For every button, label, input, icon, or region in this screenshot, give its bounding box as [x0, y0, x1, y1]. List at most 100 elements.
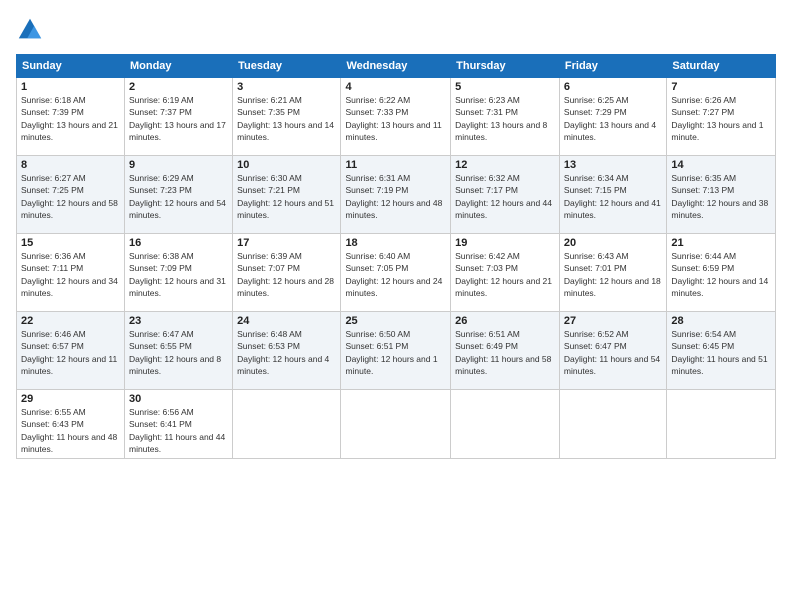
calendar-cell: 2Sunrise: 6:19 AMSunset: 7:37 PMDaylight… [124, 78, 232, 156]
col-header-tuesday: Tuesday [233, 55, 341, 78]
col-header-thursday: Thursday [451, 55, 560, 78]
calendar-cell [233, 390, 341, 459]
calendar-cell: 12Sunrise: 6:32 AMSunset: 7:17 PMDayligh… [451, 156, 560, 234]
calendar-cell: 10Sunrise: 6:30 AMSunset: 7:21 PMDayligh… [233, 156, 341, 234]
calendar-cell: 15Sunrise: 6:36 AMSunset: 7:11 PMDayligh… [17, 234, 125, 312]
day-number: 20 [564, 237, 662, 249]
calendar-cell: 23Sunrise: 6:47 AMSunset: 6:55 PMDayligh… [124, 312, 232, 390]
day-number: 16 [129, 237, 228, 249]
day-number: 7 [671, 81, 771, 93]
calendar-cell [559, 390, 666, 459]
week-row-5: 29Sunrise: 6:55 AMSunset: 6:43 PMDayligh… [17, 390, 776, 459]
day-detail: Sunrise: 6:56 AMSunset: 6:41 PMDaylight:… [129, 406, 228, 455]
week-row-3: 15Sunrise: 6:36 AMSunset: 7:11 PMDayligh… [17, 234, 776, 312]
day-detail: Sunrise: 6:50 AMSunset: 6:51 PMDaylight:… [345, 328, 446, 377]
day-detail: Sunrise: 6:30 AMSunset: 7:21 PMDaylight:… [237, 172, 336, 221]
day-number: 28 [671, 315, 771, 327]
calendar-cell: 5Sunrise: 6:23 AMSunset: 7:31 PMDaylight… [451, 78, 560, 156]
calendar-header-row: SundayMondayTuesdayWednesdayThursdayFrid… [17, 55, 776, 78]
day-detail: Sunrise: 6:51 AMSunset: 6:49 PMDaylight:… [455, 328, 555, 377]
day-detail: Sunrise: 6:39 AMSunset: 7:07 PMDaylight:… [237, 250, 336, 299]
col-header-wednesday: Wednesday [341, 55, 451, 78]
day-number: 2 [129, 81, 228, 93]
header [16, 16, 776, 44]
day-number: 9 [129, 159, 228, 171]
day-detail: Sunrise: 6:44 AMSunset: 6:59 PMDaylight:… [671, 250, 771, 299]
day-detail: Sunrise: 6:31 AMSunset: 7:19 PMDaylight:… [345, 172, 446, 221]
day-number: 10 [237, 159, 336, 171]
day-detail: Sunrise: 6:32 AMSunset: 7:17 PMDaylight:… [455, 172, 555, 221]
calendar-cell: 17Sunrise: 6:39 AMSunset: 7:07 PMDayligh… [233, 234, 341, 312]
day-detail: Sunrise: 6:54 AMSunset: 6:45 PMDaylight:… [671, 328, 771, 377]
calendar-cell: 19Sunrise: 6:42 AMSunset: 7:03 PMDayligh… [451, 234, 560, 312]
day-number: 30 [129, 393, 228, 405]
day-number: 17 [237, 237, 336, 249]
day-number: 4 [345, 81, 446, 93]
calendar-cell: 1Sunrise: 6:18 AMSunset: 7:39 PMDaylight… [17, 78, 125, 156]
calendar-cell: 8Sunrise: 6:27 AMSunset: 7:25 PMDaylight… [17, 156, 125, 234]
col-header-sunday: Sunday [17, 55, 125, 78]
day-number: 5 [455, 81, 555, 93]
day-number: 14 [671, 159, 771, 171]
day-detail: Sunrise: 6:55 AMSunset: 6:43 PMDaylight:… [21, 406, 120, 455]
day-number: 29 [21, 393, 120, 405]
day-number: 6 [564, 81, 662, 93]
day-detail: Sunrise: 6:34 AMSunset: 7:15 PMDaylight:… [564, 172, 662, 221]
day-number: 24 [237, 315, 336, 327]
day-detail: Sunrise: 6:52 AMSunset: 6:47 PMDaylight:… [564, 328, 662, 377]
calendar-cell: 4Sunrise: 6:22 AMSunset: 7:33 PMDaylight… [341, 78, 451, 156]
col-header-saturday: Saturday [667, 55, 776, 78]
day-detail: Sunrise: 6:23 AMSunset: 7:31 PMDaylight:… [455, 94, 555, 143]
day-number: 8 [21, 159, 120, 171]
day-detail: Sunrise: 6:40 AMSunset: 7:05 PMDaylight:… [345, 250, 446, 299]
calendar-cell: 20Sunrise: 6:43 AMSunset: 7:01 PMDayligh… [559, 234, 666, 312]
calendar-cell [667, 390, 776, 459]
calendar-cell: 11Sunrise: 6:31 AMSunset: 7:19 PMDayligh… [341, 156, 451, 234]
day-detail: Sunrise: 6:46 AMSunset: 6:57 PMDaylight:… [21, 328, 120, 377]
calendar-cell: 29Sunrise: 6:55 AMSunset: 6:43 PMDayligh… [17, 390, 125, 459]
day-number: 21 [671, 237, 771, 249]
day-detail: Sunrise: 6:19 AMSunset: 7:37 PMDaylight:… [129, 94, 228, 143]
week-row-2: 8Sunrise: 6:27 AMSunset: 7:25 PMDaylight… [17, 156, 776, 234]
day-number: 18 [345, 237, 446, 249]
calendar-cell: 24Sunrise: 6:48 AMSunset: 6:53 PMDayligh… [233, 312, 341, 390]
logo [16, 16, 48, 44]
day-number: 19 [455, 237, 555, 249]
day-detail: Sunrise: 6:18 AMSunset: 7:39 PMDaylight:… [21, 94, 120, 143]
calendar-cell: 26Sunrise: 6:51 AMSunset: 6:49 PMDayligh… [451, 312, 560, 390]
day-number: 26 [455, 315, 555, 327]
calendar-cell: 22Sunrise: 6:46 AMSunset: 6:57 PMDayligh… [17, 312, 125, 390]
day-number: 12 [455, 159, 555, 171]
day-detail: Sunrise: 6:42 AMSunset: 7:03 PMDaylight:… [455, 250, 555, 299]
day-detail: Sunrise: 6:35 AMSunset: 7:13 PMDaylight:… [671, 172, 771, 221]
day-number: 27 [564, 315, 662, 327]
day-number: 22 [21, 315, 120, 327]
logo-icon [16, 16, 44, 44]
day-number: 25 [345, 315, 446, 327]
calendar-cell: 13Sunrise: 6:34 AMSunset: 7:15 PMDayligh… [559, 156, 666, 234]
col-header-friday: Friday [559, 55, 666, 78]
day-detail: Sunrise: 6:27 AMSunset: 7:25 PMDaylight:… [21, 172, 120, 221]
day-detail: Sunrise: 6:47 AMSunset: 6:55 PMDaylight:… [129, 328, 228, 377]
col-header-monday: Monday [124, 55, 232, 78]
day-number: 3 [237, 81, 336, 93]
week-row-4: 22Sunrise: 6:46 AMSunset: 6:57 PMDayligh… [17, 312, 776, 390]
calendar-cell: 7Sunrise: 6:26 AMSunset: 7:27 PMDaylight… [667, 78, 776, 156]
calendar-cell: 30Sunrise: 6:56 AMSunset: 6:41 PMDayligh… [124, 390, 232, 459]
day-number: 23 [129, 315, 228, 327]
day-number: 15 [21, 237, 120, 249]
calendar-cell: 28Sunrise: 6:54 AMSunset: 6:45 PMDayligh… [667, 312, 776, 390]
day-detail: Sunrise: 6:29 AMSunset: 7:23 PMDaylight:… [129, 172, 228, 221]
day-detail: Sunrise: 6:22 AMSunset: 7:33 PMDaylight:… [345, 94, 446, 143]
day-detail: Sunrise: 6:43 AMSunset: 7:01 PMDaylight:… [564, 250, 662, 299]
day-number: 13 [564, 159, 662, 171]
calendar-cell: 25Sunrise: 6:50 AMSunset: 6:51 PMDayligh… [341, 312, 451, 390]
calendar-cell: 16Sunrise: 6:38 AMSunset: 7:09 PMDayligh… [124, 234, 232, 312]
day-number: 1 [21, 81, 120, 93]
calendar-table: SundayMondayTuesdayWednesdayThursdayFrid… [16, 54, 776, 459]
day-number: 11 [345, 159, 446, 171]
calendar-cell: 18Sunrise: 6:40 AMSunset: 7:05 PMDayligh… [341, 234, 451, 312]
day-detail: Sunrise: 6:36 AMSunset: 7:11 PMDaylight:… [21, 250, 120, 299]
day-detail: Sunrise: 6:48 AMSunset: 6:53 PMDaylight:… [237, 328, 336, 377]
week-row-1: 1Sunrise: 6:18 AMSunset: 7:39 PMDaylight… [17, 78, 776, 156]
